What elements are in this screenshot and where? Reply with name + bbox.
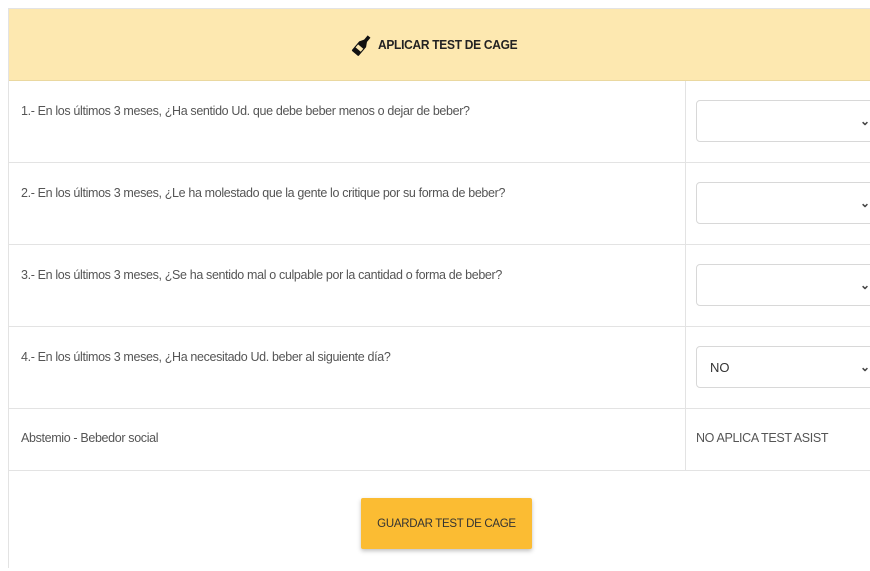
question-text: 1.- En los últimos 3 meses, ¿Ha sentido …: [9, 81, 686, 162]
question-text: 3.- En los últimos 3 meses, ¿Se ha senti…: [9, 245, 686, 326]
question-row: 2.- En los últimos 3 meses, ¿Le ha moles…: [9, 163, 870, 245]
answer-select-4[interactable]: NO ⌄: [696, 346, 870, 388]
result-value: NO APLICA TEST ASIST: [696, 431, 829, 445]
question-text: 2.- En los últimos 3 meses, ¿Le ha moles…: [9, 163, 686, 244]
question-row: 3.- En los últimos 3 meses, ¿Se ha senti…: [9, 245, 870, 327]
chevron-down-icon: ⌄: [860, 278, 870, 292]
answer-cell: ⌄: [686, 163, 870, 244]
result-cell: NO APLICA TEST ASIST: [686, 409, 870, 470]
result-label: Abstemio - Bebedor social: [9, 409, 686, 470]
question-row: 4.- En los últimos 3 meses, ¿Ha necesita…: [9, 327, 870, 409]
answer-select-3[interactable]: ⌄: [696, 264, 870, 306]
question-row: 1.- En los últimos 3 meses, ¿Ha sentido …: [9, 81, 870, 163]
bottle-icon: [350, 33, 374, 57]
chevron-down-icon: ⌄: [860, 114, 870, 128]
answer-select-2[interactable]: ⌄: [696, 182, 870, 224]
panel-title: APLICAR TEST DE CAGE: [377, 37, 518, 52]
answer-cell: ⌄: [686, 81, 870, 162]
cage-test-panel: APLICAR TEST DE CAGE 1.- En los últimos …: [8, 8, 870, 568]
result-row: Abstemio - Bebedor social NO APLICA TEST…: [9, 409, 870, 471]
question-text: 4.- En los últimos 3 meses, ¿Ha necesita…: [9, 327, 686, 408]
save-test-button[interactable]: GUARDAR TEST DE CAGE: [361, 498, 532, 549]
answer-select-1[interactable]: ⌄: [696, 100, 870, 142]
panel-footer: GUARDAR TEST DE CAGE: [9, 471, 870, 571]
answer-cell: ⌄: [686, 245, 870, 326]
answer-cell: NO ⌄: [686, 327, 870, 408]
chevron-down-icon: ⌄: [860, 360, 870, 374]
chevron-down-icon: ⌄: [860, 196, 870, 210]
panel-header: APLICAR TEST DE CAGE: [9, 9, 870, 81]
select-value: NO: [710, 359, 730, 375]
